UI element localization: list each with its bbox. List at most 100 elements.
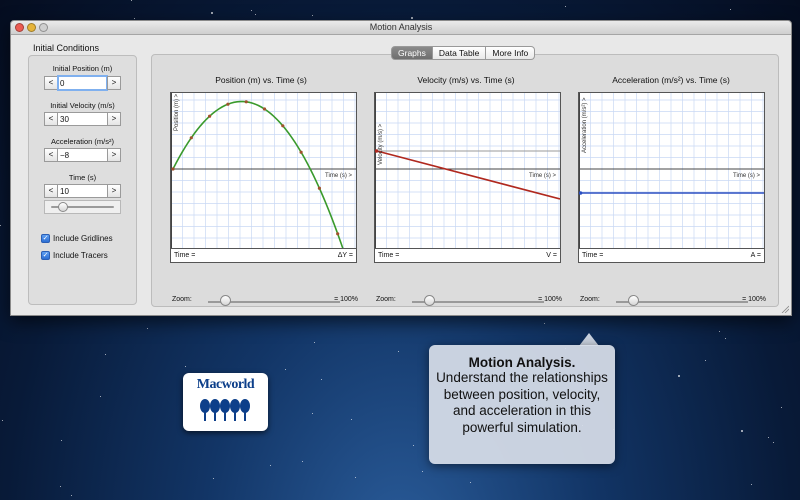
tab-data-table[interactable]: Data Table <box>432 46 487 60</box>
star <box>355 477 356 478</box>
star <box>411 17 413 19</box>
star <box>773 442 774 443</box>
position-zoom-value: = 100% <box>334 296 358 303</box>
star <box>105 354 106 355</box>
time-stepper: < 10 > <box>44 184 121 198</box>
acceleration-graph[interactable]: Acceleration (m/s²) > Time (s) > Time = … <box>578 92 765 263</box>
position-graph[interactable]: Position (m) > Time (s) > Time = ΔY = <box>170 92 357 263</box>
initial-velocity-increment-button[interactable]: > <box>107 112 121 126</box>
acceleration-y-axis-label: Acceleration (m/s²) > <box>582 97 588 153</box>
star <box>61 440 62 441</box>
resize-grip-icon[interactable] <box>781 305 789 313</box>
macworld-mice-icon <box>200 399 250 421</box>
star <box>134 18 135 19</box>
velocity-y-axis-label: Velocity (m/s) > <box>378 123 384 165</box>
velocity-graph-plot <box>375 93 560 248</box>
star <box>314 342 315 343</box>
view-tabs: Graphs Data Table More Info <box>391 46 536 60</box>
star <box>213 478 214 479</box>
star <box>422 471 423 472</box>
acceleration-decrement-button[interactable]: < <box>44 148 58 162</box>
star <box>100 396 101 397</box>
feature-callout: Motion Analysis. Understand the relation… <box>429 345 615 464</box>
callout-title: Motion Analysis. <box>468 355 576 370</box>
time-decrement-button[interactable]: < <box>44 184 58 198</box>
tab-graphs[interactable]: Graphs <box>391 46 433 60</box>
initial-velocity-decrement-button[interactable]: < <box>44 112 58 126</box>
star <box>270 465 271 466</box>
initial-position-increment-button[interactable]: > <box>107 76 121 90</box>
acceleration-label: Acceleration (m/s²) <box>51 137 114 146</box>
star <box>312 413 313 414</box>
position-tracer-point <box>189 136 193 140</box>
acceleration-input[interactable]: −8 <box>58 148 107 162</box>
acceleration-value-readout: A = <box>750 252 761 259</box>
star <box>285 369 286 370</box>
star <box>398 351 399 352</box>
time-input[interactable]: 10 <box>58 184 107 198</box>
star <box>781 407 782 408</box>
acceleration-x-axis-label: Time (s) > <box>733 173 760 179</box>
acceleration-time-readout: Time = <box>582 252 604 259</box>
position-tracer-point <box>171 167 175 171</box>
time-increment-button[interactable]: > <box>107 184 121 198</box>
time-slider-knob[interactable] <box>57 202 68 212</box>
acceleration-zoom-knob[interactable] <box>628 295 639 306</box>
macworld-logo: Macworld <box>183 373 268 431</box>
initial-velocity-label: Initial Velocity (m/s) <box>50 101 115 110</box>
position-readout: Time = ΔY = <box>171 248 356 262</box>
star <box>751 484 752 485</box>
initial-position-input[interactable]: 0 <box>57 75 108 91</box>
position-tracer-point <box>317 186 321 190</box>
tab-more-info[interactable]: More Info <box>486 46 536 60</box>
title-bar[interactable]: Motion Analysis <box>11 21 791 35</box>
star <box>312 15 313 16</box>
position-delta-y-readout: ΔY = <box>337 252 353 259</box>
initial-velocity-input[interactable]: 30 <box>58 112 107 126</box>
velocity-value-readout: V = <box>546 252 557 259</box>
position-zoom-knob[interactable] <box>220 295 231 306</box>
velocity-graph[interactable]: Velocity (m/s) > Time (s) > Time = V = <box>374 92 561 263</box>
position-tracer-point <box>208 114 212 118</box>
velocity-graph-title: Velocity (m/s) vs. Time (s) <box>417 75 515 85</box>
acceleration-stepper: < −8 > <box>44 148 121 162</box>
star <box>565 6 566 7</box>
position-tracer-point <box>244 100 248 104</box>
window-title: Motion Analysis <box>369 22 433 32</box>
star <box>60 486 61 487</box>
star <box>251 10 252 11</box>
position-tracer-point <box>336 232 340 236</box>
include-tracers-checkbox[interactable]: ✓ <box>41 251 50 260</box>
velocity-zoom-label: Zoom: <box>376 296 396 303</box>
acceleration-zoom-control: Zoom: = 100% <box>578 294 768 308</box>
time-slider[interactable] <box>44 200 121 214</box>
star <box>255 14 256 15</box>
acceleration-graph-plot <box>579 93 764 248</box>
star <box>185 366 186 367</box>
include-tracers-row[interactable]: ✓ Include Tracers <box>41 251 108 260</box>
initial-conditions-panel: Initial Position (m) < 0 > Initial Veloc… <box>28 55 137 305</box>
star <box>678 375 680 377</box>
star <box>147 328 148 329</box>
velocity-x-axis-label: Time (s) > <box>529 173 556 179</box>
star <box>413 445 414 446</box>
position-y-axis-label: Position (m) > <box>174 93 180 131</box>
star <box>544 323 545 324</box>
velocity-zoom-control: Zoom: = 100% <box>374 294 564 308</box>
velocity-readout: Time = V = <box>375 248 560 262</box>
include-gridlines-row[interactable]: ✓ Include Gridlines <box>41 234 113 243</box>
velocity-zoom-knob[interactable] <box>424 295 435 306</box>
star <box>2 420 3 421</box>
star <box>351 419 352 420</box>
initial-conditions-title: Initial Conditions <box>33 43 100 53</box>
position-graph-plot <box>171 93 356 248</box>
star <box>71 495 72 496</box>
motion-analysis-window: Motion Analysis Initial Conditions Initi… <box>10 20 792 316</box>
acceleration-graph-title: Acceleration (m/s²) vs. Time (s) <box>612 75 730 85</box>
acceleration-zoom-label: Zoom: <box>580 296 600 303</box>
velocity-time-readout: Time = <box>378 252 400 259</box>
acceleration-increment-button[interactable]: > <box>107 148 121 162</box>
initial-position-label: Initial Position (m) <box>52 64 113 73</box>
initial-position-decrement-button[interactable]: < <box>44 76 58 90</box>
include-gridlines-checkbox[interactable]: ✓ <box>41 234 50 243</box>
